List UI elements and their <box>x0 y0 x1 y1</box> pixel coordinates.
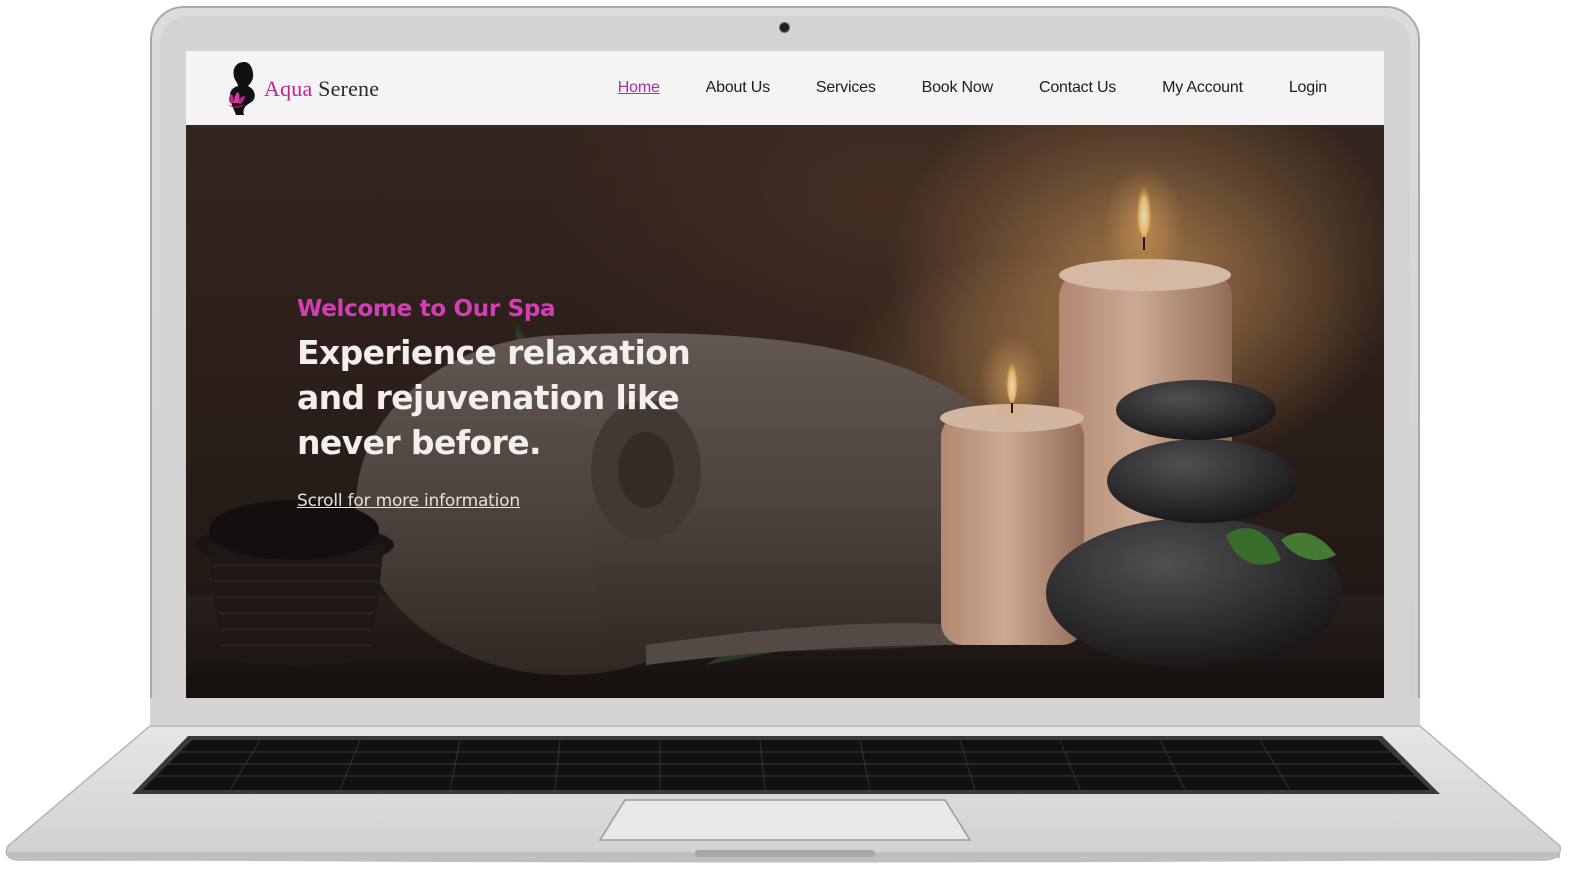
woman-silhouette-lotus-icon <box>228 62 255 115</box>
brand-name: Aqua Serene <box>264 76 379 102</box>
nav-login[interactable]: Login <box>1289 79 1327 97</box>
site-header: Aqua Serene Home About Us Services Book … <box>186 51 1384 125</box>
webcam-icon <box>779 22 790 33</box>
hero-section: Welcome to Our Spa Experience relaxation… <box>186 125 1384 698</box>
nav-book-now[interactable]: Book Now <box>922 79 994 97</box>
hero-text-block: Welcome to Our Spa Experience relaxation… <box>297 296 817 511</box>
brand-name-part2: Serene <box>318 76 380 101</box>
brand-logo-link[interactable]: Aqua Serene <box>224 59 379 119</box>
nav-my-account[interactable]: My Account <box>1162 79 1243 97</box>
main-nav: Home About Us Services Book Now Contact … <box>572 51 1327 125</box>
brand-name-part1: Aqua <box>264 76 313 101</box>
scroll-more-link[interactable]: Scroll for more information <box>297 491 520 511</box>
nav-contact-us[interactable]: Contact Us <box>1039 79 1116 97</box>
hero-headline-line1: Experience relaxation <box>297 333 691 372</box>
hero-kicker: Welcome to Our Spa <box>297 296 556 322</box>
nav-services[interactable]: Services <box>816 79 876 97</box>
nav-home[interactable]: Home <box>618 79 660 97</box>
nav-about-us[interactable]: About Us <box>706 79 770 97</box>
hero-headline: Experience relaxation and rejuvenation l… <box>297 330 817 465</box>
keyboard <box>142 740 1430 790</box>
laptop-screen: Aqua Serene Home About Us Services Book … <box>186 51 1384 698</box>
trackpad <box>598 799 972 841</box>
laptop-base <box>5 725 1562 863</box>
hero-headline-line2: and rejuvenation like <box>297 378 680 417</box>
hero-headline-line3: never before. <box>297 423 542 462</box>
